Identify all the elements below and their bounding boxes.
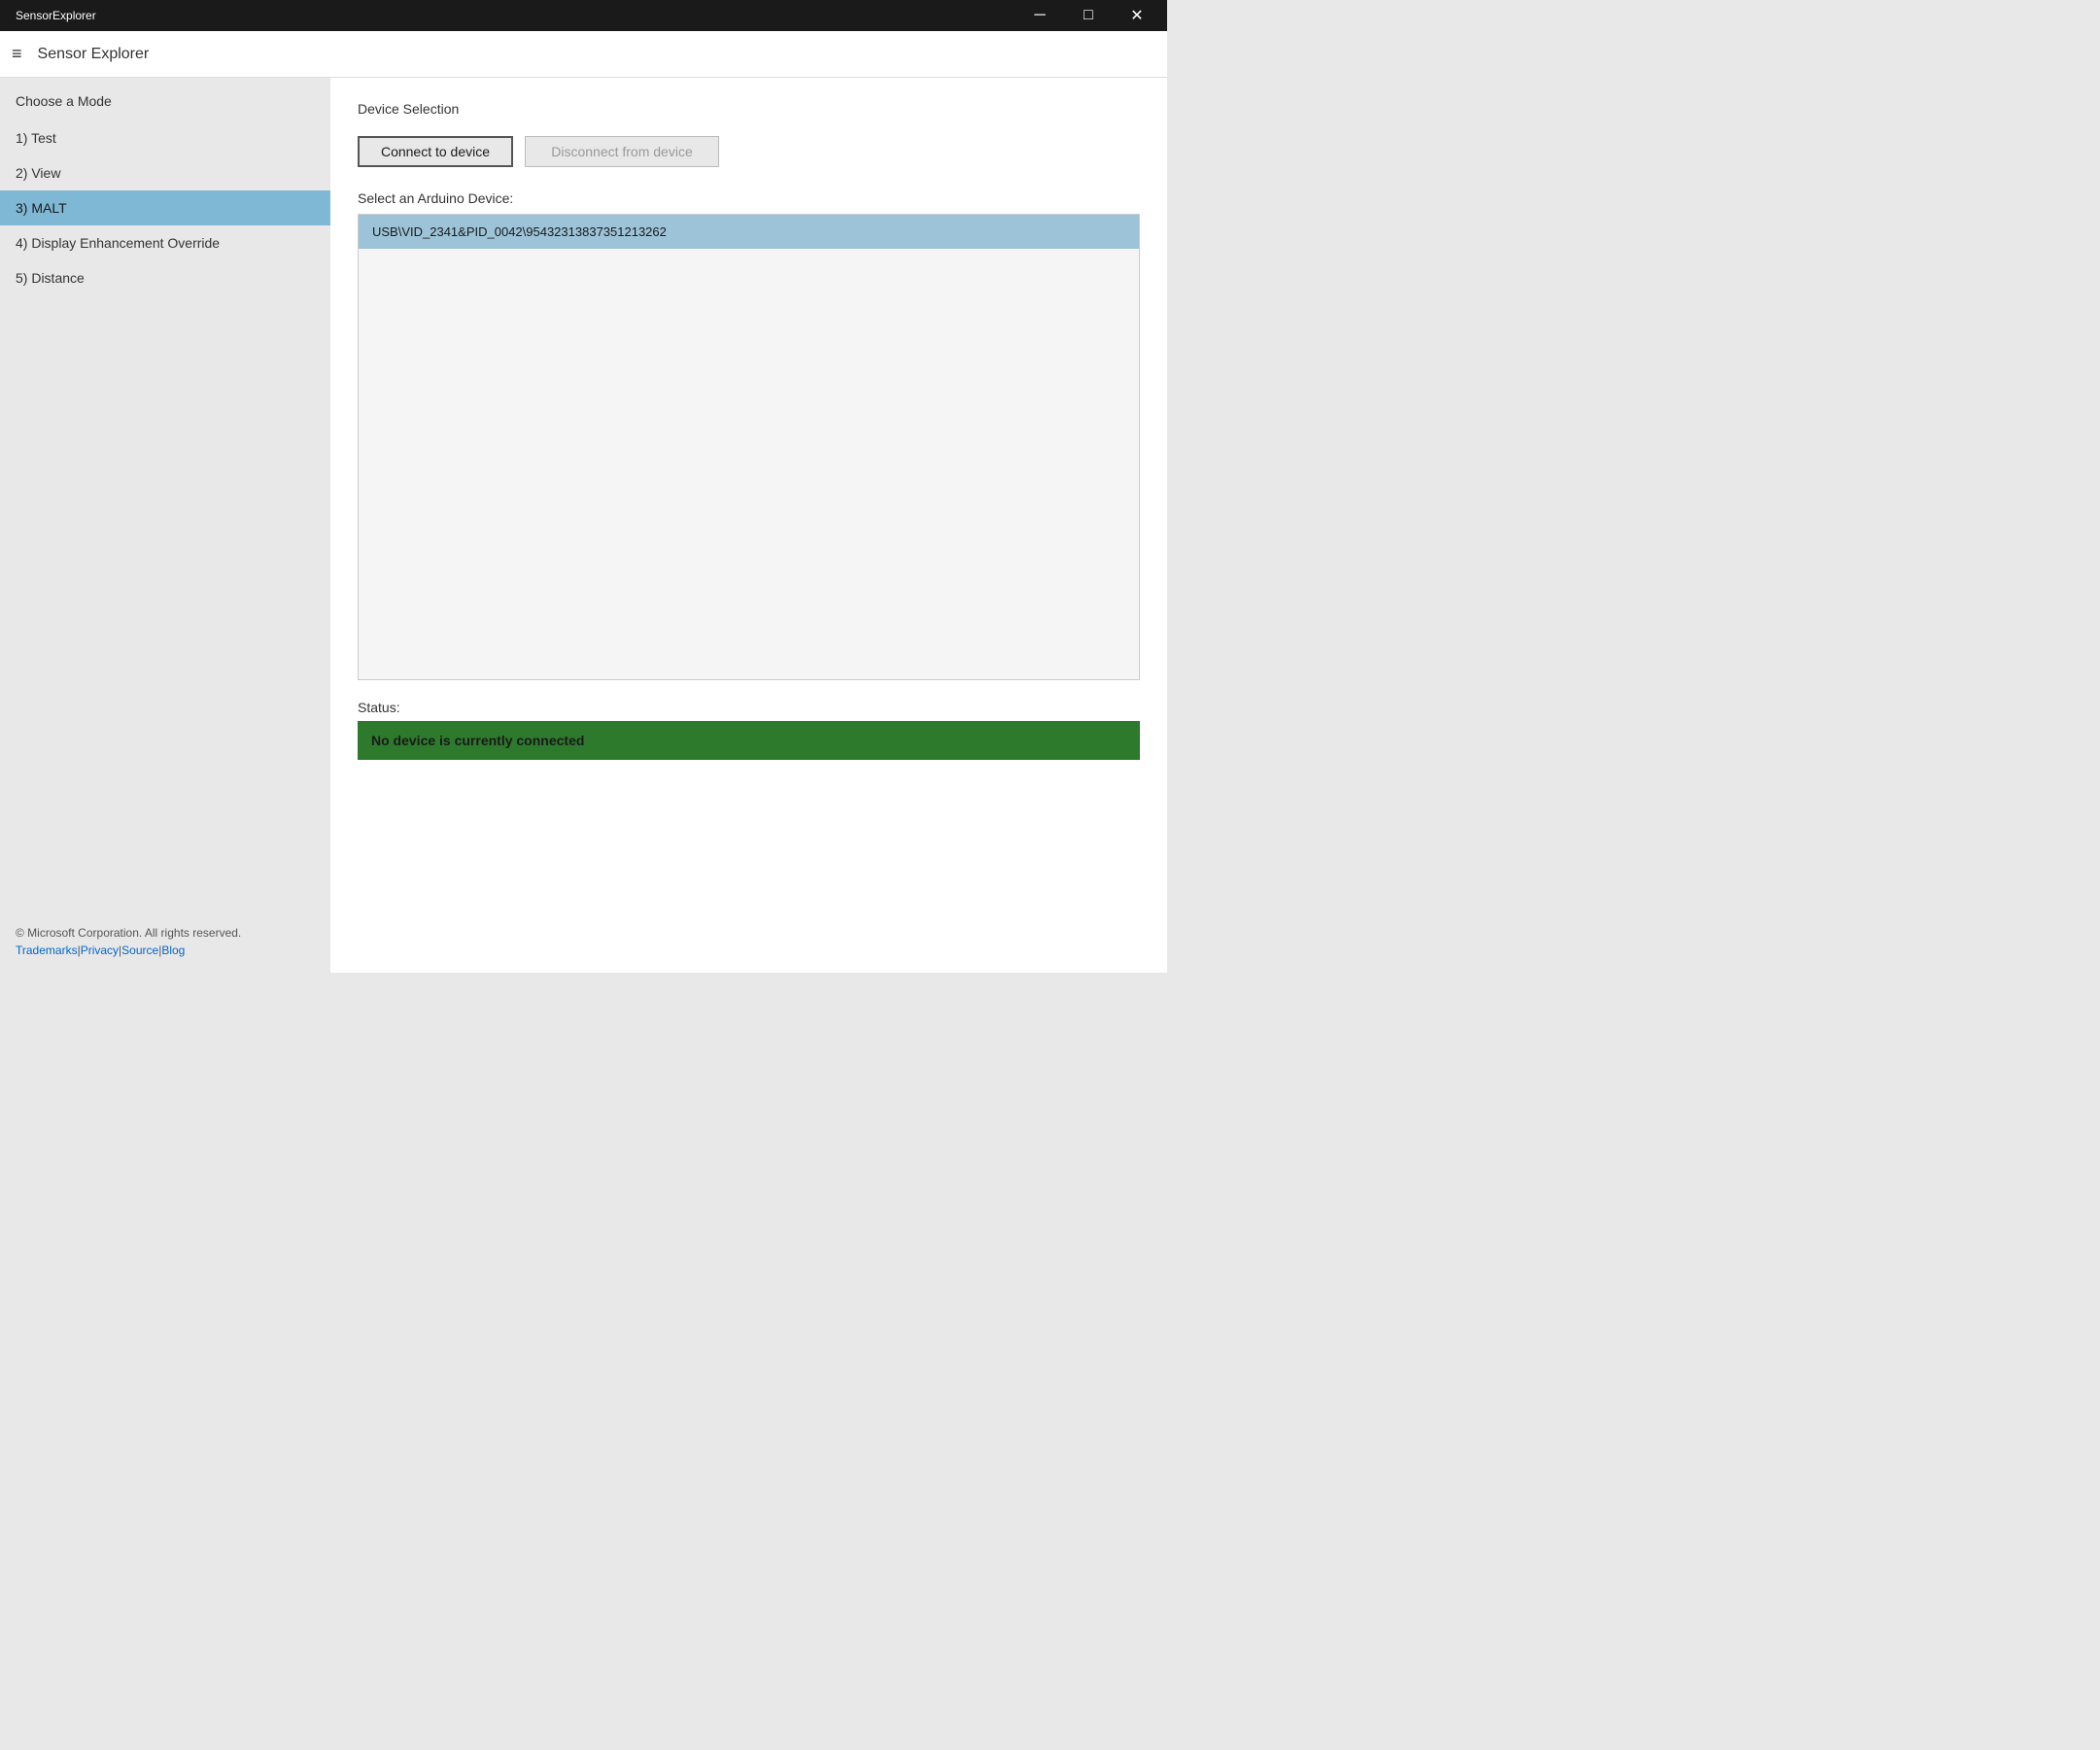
status-message: No device is currently connected [371,733,584,748]
footer-copyright: © Microsoft Corporation. All rights rese… [16,926,315,940]
sidebar-item-display[interactable]: 4) Display Enhancement Override [0,225,330,260]
sidebar-item-test[interactable]: 1) Test [0,120,330,155]
close-button[interactable]: ✕ [1115,0,1159,31]
sidebar-item-distance[interactable]: 5) Distance [0,260,330,295]
app-header: ≡ Sensor Explorer [0,31,1167,78]
footer-links: Trademarks|Privacy|Source|Blog [16,944,315,957]
privacy-link[interactable]: Privacy [81,944,119,957]
button-row: Connect to device Disconnect from device [358,136,1140,167]
sidebar: Choose a Mode 1) Test 2) View 3) MALT 4)… [0,78,330,973]
sidebar-item-view[interactable]: 2) View [0,155,330,190]
titlebar: SensorExplorer ─ □ ✕ [0,0,1167,31]
trademarks-link[interactable]: Trademarks [16,944,78,957]
device-list-item[interactable]: USB\VID_2341&PID_0042\954323138373512132… [359,215,1139,249]
minimize-button[interactable]: ─ [1017,0,1062,31]
window-title: SensorExplorer [16,9,96,22]
status-area: Status: No device is currently connected [358,700,1140,760]
app-title: Sensor Explorer [38,46,150,63]
titlebar-left: SensorExplorer [8,9,96,22]
maximize-button[interactable]: □ [1066,0,1111,31]
disconnect-button[interactable]: Disconnect from device [525,136,719,167]
titlebar-controls: ─ □ ✕ [1017,0,1159,31]
connect-button[interactable]: Connect to device [358,136,513,167]
blog-link[interactable]: Blog [161,944,185,957]
sidebar-item-malt[interactable]: 3) MALT [0,190,330,225]
main-layout: Choose a Mode 1) Test 2) View 3) MALT 4)… [0,78,1167,973]
device-list[interactable]: USB\VID_2341&PID_0042\954323138373512132… [358,214,1140,680]
device-select-label: Select an Arduino Device: [358,190,1140,206]
sidebar-heading: Choose a Mode [0,89,330,120]
status-bar: No device is currently connected [358,721,1140,760]
content-area: Device Selection Connect to device Disco… [330,78,1167,973]
status-label: Status: [358,700,1140,715]
section-title: Device Selection [358,101,1140,117]
hamburger-icon[interactable]: ≡ [12,44,22,64]
sidebar-footer: © Microsoft Corporation. All rights rese… [0,910,330,973]
source-link[interactable]: Source [121,944,158,957]
